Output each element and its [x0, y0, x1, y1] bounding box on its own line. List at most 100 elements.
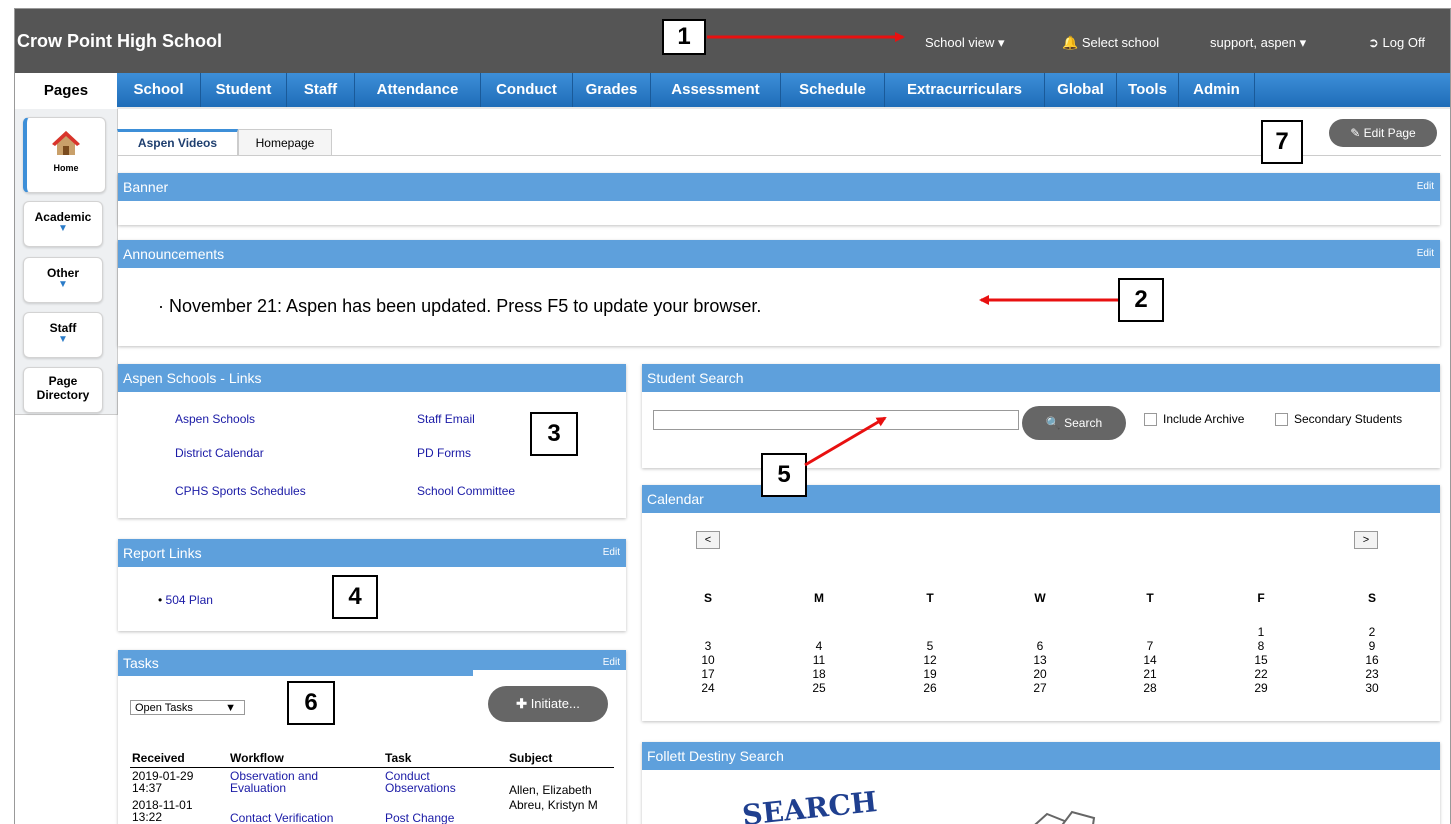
task-filter-select[interactable]: Open Tasks ▼: [130, 700, 245, 715]
destiny-search-logo[interactable]: SEARCH: [741, 785, 879, 824]
calendar-day[interactable]: 26: [910, 681, 950, 695]
calendar-day[interactable]: 14: [1130, 653, 1170, 667]
panel-title: Calendar: [647, 491, 704, 507]
secondary-students-label: Secondary Students: [1294, 412, 1403, 426]
col-workflow: Workflow: [230, 751, 284, 765]
calendar-day[interactable]: 2: [1352, 625, 1392, 639]
include-archive-checkbox[interactable]: Include Archive: [1144, 412, 1244, 427]
task-workflow-link[interactable]: Observation and Evaluation: [230, 770, 360, 794]
calendar-day[interactable]: 28: [1130, 681, 1170, 695]
sidebar-label-other: Other: [46, 266, 79, 280]
calendar-day[interactable]: 4: [799, 639, 839, 653]
menu-staff[interactable]: Staff: [287, 73, 355, 107]
pages-tab[interactable]: Pages: [15, 73, 117, 109]
annotation-6: 6: [287, 681, 335, 725]
panel-header: Banner Edit: [118, 173, 1440, 201]
menu-attendance[interactable]: Attendance: [355, 73, 481, 107]
calendar-day[interactable]: 6: [1020, 639, 1060, 653]
task-subject: Abreu, Kristyn M: [509, 798, 598, 812]
calendar-day[interactable]: 15: [1241, 653, 1281, 667]
annotation-7: 7: [1261, 120, 1303, 164]
calendar-day[interactable]: 13: [1020, 653, 1060, 667]
calendar-day[interactable]: 17: [688, 667, 728, 681]
banner-panel: Banner Edit: [118, 173, 1440, 225]
calendar-day[interactable]: 27: [1020, 681, 1060, 695]
sidebar-item-other[interactable]: Other ▼: [23, 257, 103, 303]
search-button[interactable]: 🔍 Search: [1022, 406, 1126, 440]
menu-schedule[interactable]: Schedule: [781, 73, 885, 107]
school-view-dropdown[interactable]: School view ▾: [925, 35, 1005, 51]
sidebar-item-staff[interactable]: Staff ▼: [23, 312, 103, 358]
student-search-input[interactable]: [653, 410, 1019, 430]
menu-assessment[interactable]: Assessment: [651, 73, 781, 107]
menu-conduct[interactable]: Conduct: [481, 73, 573, 107]
school-name: Crow Point High School: [17, 31, 222, 51]
calendar-next-button[interactable]: >: [1354, 531, 1378, 549]
task-task-link[interactable]: Post Change: [385, 811, 495, 824]
user-menu[interactable]: support, aspen ▾: [1210, 35, 1306, 51]
task-task-link[interactable]: Conduct Observations: [385, 770, 495, 794]
calendar-day[interactable]: 25: [799, 681, 839, 695]
nav-row: Pages School Student Staff Attendance Co…: [15, 73, 1450, 109]
menu-admin[interactable]: Admin: [1179, 73, 1255, 107]
edit-page-label: Edit Page: [1363, 126, 1416, 140]
calendar-day[interactable]: 9: [1352, 639, 1392, 653]
link-aspen-schools[interactable]: Aspen Schools: [175, 412, 255, 426]
sidebar-item-page-directory[interactable]: Page Directory: [23, 367, 103, 413]
calendar-day[interactable]: 20: [1020, 667, 1060, 681]
sidebar-label-home: Home: [53, 163, 79, 173]
panel-header: Follett Destiny Search: [642, 742, 1440, 770]
calendar-day[interactable]: 7: [1130, 639, 1170, 653]
calendar-day[interactable]: 11: [799, 653, 839, 667]
calendar-weekday: T: [1146, 591, 1154, 605]
task-workflow-link[interactable]: Contact Verification: [230, 811, 360, 824]
initiate-label: Initiate...: [530, 696, 580, 711]
menu-global[interactable]: Global: [1045, 73, 1117, 107]
calendar-day[interactable]: 23: [1352, 667, 1392, 681]
calendar-day[interactable]: 1: [1241, 625, 1281, 639]
calendar-day[interactable]: 18: [799, 667, 839, 681]
announcements-panel: Announcements Edit · November 21: Aspen …: [118, 240, 1440, 346]
edit-link[interactable]: Edit: [1417, 173, 1434, 201]
edit-page-button[interactable]: ✎ Edit Page: [1329, 119, 1437, 147]
link-504-plan[interactable]: 504 Plan: [166, 593, 213, 607]
logoff-link[interactable]: ➲ Log Off: [1368, 35, 1425, 51]
calendar-day[interactable]: 12: [910, 653, 950, 667]
calendar-weekday: M: [814, 591, 824, 605]
menu-tools[interactable]: Tools: [1117, 73, 1179, 107]
link-district-calendar[interactable]: District Calendar: [175, 446, 264, 460]
menu-school[interactable]: School: [117, 73, 201, 107]
calendar-prev-button[interactable]: <: [696, 531, 720, 549]
calendar-day[interactable]: 30: [1352, 681, 1392, 695]
sidebar-item-academic[interactable]: Academic ▼: [23, 201, 103, 247]
calendar-day[interactable]: 24: [688, 681, 728, 695]
edit-link[interactable]: Edit: [603, 539, 620, 567]
link-school-committee[interactable]: School Committee: [417, 484, 515, 498]
menu-grades[interactable]: Grades: [573, 73, 651, 107]
tab-homepage[interactable]: Homepage: [238, 129, 332, 155]
link-sports-schedules[interactable]: CPHS Sports Schedules: [175, 484, 306, 498]
link-pd-forms[interactable]: PD Forms: [417, 446, 471, 460]
calendar-day[interactable]: 5: [910, 639, 950, 653]
books-icon: [1034, 810, 1096, 824]
tab-aspen-videos[interactable]: Aspen Videos: [117, 129, 238, 155]
report-link-item: • 504 Plan: [158, 593, 213, 607]
calendar-day[interactable]: 10: [688, 653, 728, 667]
secondary-students-checkbox[interactable]: Secondary Students: [1275, 412, 1403, 427]
link-staff-email[interactable]: Staff Email: [417, 412, 475, 426]
menu-extracurriculars[interactable]: Extracurriculars: [885, 73, 1045, 107]
calendar-weekday: T: [926, 591, 934, 605]
edit-link[interactable]: Edit: [1417, 240, 1434, 268]
select-school-link[interactable]: 🔔 Select school: [1062, 35, 1159, 51]
calendar-day[interactable]: 29: [1241, 681, 1281, 695]
calendar-day[interactable]: 19: [910, 667, 950, 681]
calendar-day[interactable]: 22: [1241, 667, 1281, 681]
sidebar-item-home[interactable]: Home: [23, 117, 106, 193]
initiate-button[interactable]: ✚ Initiate...: [488, 686, 608, 722]
calendar-day[interactable]: 21: [1130, 667, 1170, 681]
calendar-day[interactable]: 16: [1352, 653, 1392, 667]
menu-student[interactable]: Student: [201, 73, 287, 107]
calendar-day[interactable]: 8: [1241, 639, 1281, 653]
calendar-day[interactable]: 3: [688, 639, 728, 653]
panel-title: Follett Destiny Search: [647, 748, 784, 764]
